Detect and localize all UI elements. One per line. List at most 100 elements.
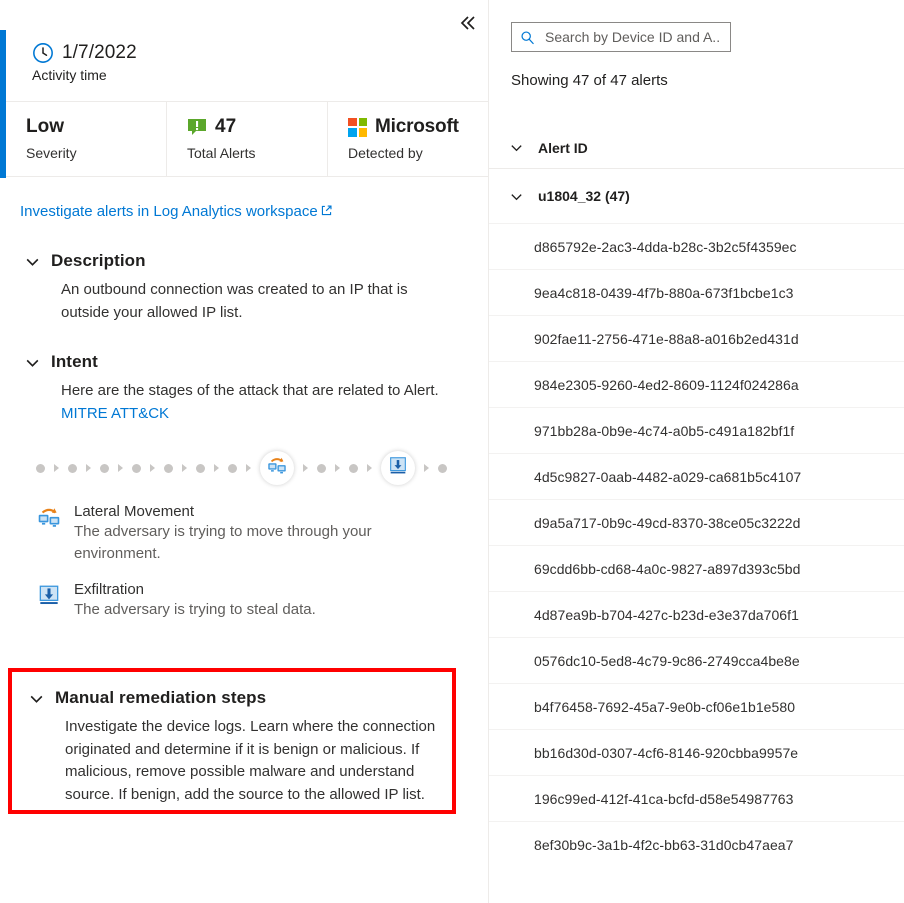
alert-id-value: 8ef30b9c-3a1b-4f2c-bb63-31d0cb47aea7 [534, 837, 793, 853]
alert-id-header-label: Alert ID [538, 140, 588, 156]
attack-stage-list: Lateral Movement The adversary is trying… [0, 503, 488, 620]
activity-time-value: 1/7/2022 [62, 42, 137, 64]
chevron-down-icon [509, 189, 524, 204]
kill-chain-arrow [86, 464, 91, 472]
exfiltration-icon [387, 455, 409, 482]
stage-description: The adversary is trying to steal data. [74, 599, 386, 621]
description-section-toggle[interactable]: Description [20, 251, 468, 271]
severity-value: Low [26, 116, 64, 138]
alert-details-page: 1/7/2022 Activity time Low Severity [0, 0, 904, 903]
severity-card: Low Severity [6, 102, 167, 176]
kill-chain-dot [349, 464, 358, 473]
alert-row[interactable]: 4d5c9827-0aab-4482-a029-ca681b5c4107 [489, 453, 904, 499]
kill-chain-dot [132, 464, 141, 473]
description-section: Description An outbound connection was c… [0, 251, 488, 324]
kill-chain-dot [36, 464, 45, 473]
alert-id-value: d865792e-2ac3-4dda-b28c-3b2c5f4359ec [534, 239, 797, 255]
external-link-icon [320, 204, 333, 217]
kill-chain-dot [100, 464, 109, 473]
kill-chain-arrow [335, 464, 340, 472]
kill-chain-exfiltration-node[interactable] [381, 451, 415, 485]
stage-name: Exfiltration [74, 581, 386, 598]
alert-id-value: 4d5c9827-0aab-4482-a029-ca681b5c4107 [534, 469, 801, 485]
kill-chain-dot [438, 464, 447, 473]
kill-chain-dot [228, 464, 237, 473]
alert-id-list: d865792e-2ac3-4dda-b28c-3b2c5f4359ec 9ea4… [489, 223, 904, 867]
alert-id-value: 971bb28a-0b9e-4c74-a0b5-c491a182bf1f [534, 423, 794, 439]
alert-id-value: b4f76458-7692-45a7-9e0b-cf06e1b1e580 [534, 699, 795, 715]
intent-section: Intent Here are the stages of the attack… [0, 352, 488, 425]
alert-id-value: 984e2305-9260-4ed2-8609-1124f024286a [534, 377, 799, 393]
kill-chain-arrow [118, 464, 123, 472]
stat-cards-row: Low Severity 47 [6, 102, 488, 177]
search-box[interactable] [511, 22, 731, 52]
stage-item: Exfiltration The adversary is trying to … [36, 581, 488, 621]
intent-section-toggle[interactable]: Intent [20, 352, 468, 372]
intent-title: Intent [51, 352, 98, 372]
investigate-link-row: Investigate alerts in Log Analytics work… [0, 177, 488, 221]
stage-item: Lateral Movement The adversary is trying… [36, 503, 488, 565]
kill-chain-arrow [246, 464, 251, 472]
intent-body-text: Here are the stages of the attack that a… [61, 382, 439, 399]
kill-chain-arrow [54, 464, 59, 472]
description-title: Description [51, 251, 146, 271]
alert-id-value: 0576dc10-5ed8-4c79-9c86-2749cca4be8e [534, 653, 800, 669]
kill-chain-arrow [182, 464, 187, 472]
stage-name: Lateral Movement [74, 503, 488, 520]
search-icon [520, 30, 535, 45]
mitre-attack-link[interactable]: MITRE ATT&CK [61, 405, 169, 422]
alert-row[interactable]: 4d87ea9b-b704-427c-b23d-e3e37da706f1 [489, 591, 904, 637]
detected-by-card: Microsoft Detected by [328, 102, 488, 176]
clock-icon [32, 42, 54, 64]
alert-id-value: 4d87ea9b-b704-427c-b23d-e3e37da706f1 [534, 607, 799, 623]
kill-chain-arrow [150, 464, 155, 472]
alert-row[interactable]: 8ef30b9c-3a1b-4f2c-bb63-31d0cb47aea7 [489, 821, 904, 867]
alert-row[interactable]: 9ea4c818-0439-4f7b-880a-673f1bcbe1c3 [489, 269, 904, 315]
kill-chain-lateral-movement-node[interactable] [260, 451, 294, 485]
summary-cards: 1/7/2022 Activity time Low Severity [0, 30, 488, 177]
showing-alerts-count: Showing 47 of 47 alerts [489, 52, 904, 89]
manual-remediation-section: Manual remediation steps Investigate the… [12, 672, 452, 806]
alert-list-panel: Showing 47 of 47 alerts Alert ID u1804_3… [488, 0, 904, 903]
alert-id-column-header[interactable]: Alert ID [489, 127, 904, 169]
kill-chain-dot [164, 464, 173, 473]
search-row [489, 0, 904, 52]
alert-row[interactable]: 0576dc10-5ed8-4c79-9c86-2749cca4be8e [489, 637, 904, 683]
alert-row[interactable]: d865792e-2ac3-4dda-b28c-3b2c5f4359ec [489, 223, 904, 269]
alert-id-value: 902fae11-2756-471e-88a8-a016b2ed431d [534, 331, 799, 347]
manual-remediation-body: Investigate the device logs. Learn where… [24, 716, 452, 806]
alert-row[interactable]: d9a5a717-0b9c-49cd-8370-38ce05c3222d [489, 499, 904, 545]
alert-id-value: 196c99ed-412f-41ca-bcfd-d58e54987763 [534, 791, 793, 807]
total-alerts-value: 47 [215, 116, 236, 138]
kill-chain-timeline [0, 447, 488, 489]
alert-row[interactable]: 902fae11-2756-471e-88a8-a016b2ed431d [489, 315, 904, 361]
exfiltration-icon [36, 583, 62, 609]
search-input[interactable] [543, 28, 722, 46]
description-body: An outbound connection was created to an… [20, 279, 468, 324]
chevron-down-icon [24, 354, 41, 371]
manual-remediation-highlight-box: Manual remediation steps Investigate the… [8, 668, 456, 814]
alert-summary-panel: 1/7/2022 Activity time Low Severity [0, 0, 488, 903]
kill-chain-arrow [424, 464, 429, 472]
alert-row[interactable]: 984e2305-9260-4ed2-8609-1124f024286a [489, 361, 904, 407]
lateral-movement-icon [36, 505, 62, 531]
alert-row[interactable]: 69cdd6bb-cd68-4a0c-9827-a897d393c5bd [489, 545, 904, 591]
detected-by-label: Detected by [348, 145, 488, 161]
kill-chain-dot [68, 464, 77, 473]
investigate-alerts-link[interactable]: Investigate alerts in Log Analytics work… [20, 203, 333, 220]
kill-chain-arrow [367, 464, 372, 472]
alert-row[interactable]: 971bb28a-0b9e-4c74-a0b5-c491a182bf1f [489, 407, 904, 453]
total-alerts-label: Total Alerts [187, 145, 327, 161]
stage-description: The adversary is trying to move through … [74, 521, 488, 565]
alert-row[interactable]: bb16d30d-0307-4cf6-8146-920cbba9957e [489, 729, 904, 775]
severity-label: Severity [26, 145, 166, 161]
alert-row[interactable]: b4f76458-7692-45a7-9e0b-cf06e1b1e580 [489, 683, 904, 729]
kill-chain-arrow [303, 464, 308, 472]
alert-row[interactable]: 196c99ed-412f-41ca-bcfd-d58e54987763 [489, 775, 904, 821]
alert-group-row[interactable]: u1804_32 (47) [489, 169, 904, 223]
manual-remediation-toggle[interactable]: Manual remediation steps [24, 688, 452, 708]
chevron-down-icon [509, 140, 524, 155]
kill-chain-dot [196, 464, 205, 473]
investigate-link-text: Investigate alerts in Log Analytics work… [20, 203, 318, 220]
alert-id-value: d9a5a717-0b9c-49cd-8370-38ce05c3222d [534, 515, 800, 531]
